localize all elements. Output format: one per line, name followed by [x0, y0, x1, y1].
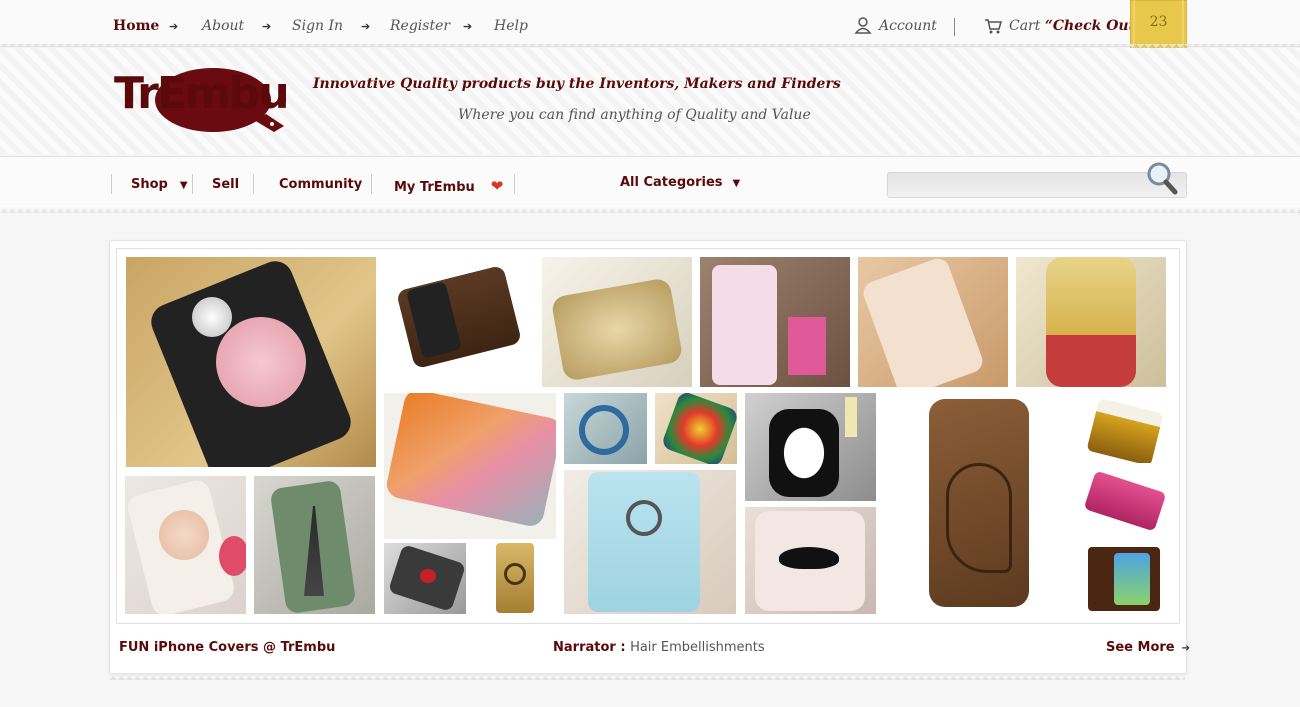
nav-shop-label: Shop	[131, 177, 168, 192]
product-image-blossom-case[interactable]	[125, 476, 246, 614]
product-image-kitty-case[interactable]	[1016, 257, 1166, 387]
cart-count: 23	[1149, 14, 1168, 30]
gallery-grid	[116, 248, 1180, 624]
nav-sell[interactable]: Sell	[212, 177, 239, 192]
nav-shop[interactable]: Shop ▼	[131, 177, 188, 192]
product-image-rhinestone-case[interactable]	[126, 257, 376, 467]
cart-icon	[984, 18, 1002, 38]
cart-link[interactable]: Cart “Check Out”	[1009, 18, 1143, 34]
divider	[192, 174, 193, 194]
divider	[253, 174, 254, 194]
product-image-camera-case[interactable]	[472, 543, 556, 614]
arrow-down-icon: ▼	[179, 180, 188, 191]
product-image-flower-case[interactable]	[858, 257, 1008, 387]
home-link[interactable]: Home	[113, 18, 159, 34]
narrator-label: Narrator :	[553, 640, 631, 655]
divider	[371, 174, 372, 194]
narrator-value[interactable]: Hair Embellishments	[630, 640, 765, 655]
narrator-info: Narrator : Hair Embellishments	[553, 640, 765, 655]
product-image-wallet-case[interactable]	[1084, 543, 1166, 614]
divider	[111, 174, 112, 194]
product-image-pink-case[interactable]	[700, 257, 850, 387]
product-image-wing-case[interactable]	[1084, 469, 1166, 536]
product-image-blue-ring-case[interactable]	[564, 393, 647, 464]
product-image-mosaic-case[interactable]	[655, 393, 737, 464]
search-icon[interactable]	[1146, 161, 1178, 199]
arrow-right-icon: ➔	[262, 20, 272, 33]
product-image-crystal-drop-case[interactable]	[564, 470, 736, 614]
about-link[interactable]: About	[202, 18, 244, 34]
decor-zigzag	[109, 672, 1185, 680]
tagline: Innovative Quality products buy the Inve…	[313, 76, 841, 92]
help-link[interactable]: Help	[494, 18, 528, 34]
divider	[954, 18, 955, 36]
divider	[284, 84, 286, 102]
product-image-panda-case[interactable]	[745, 393, 876, 501]
product-image-pop-art-case[interactable]	[384, 393, 556, 539]
product-image-carved-wood-case[interactable]	[884, 393, 1074, 614]
subtagline: Where you can find anything of Quality a…	[458, 107, 811, 123]
cart-label: Cart	[1009, 18, 1045, 34]
arrow-right-icon: ➔	[463, 20, 473, 33]
account-icon	[854, 16, 872, 38]
arrow-right-icon: ➔	[1181, 643, 1191, 654]
heart-icon: ❤	[490, 177, 504, 195]
search-input[interactable]	[894, 175, 1138, 195]
account-link[interactable]: Account	[879, 18, 937, 34]
register-link[interactable]: Register	[390, 18, 450, 34]
sign-in-link[interactable]: Sign In	[292, 18, 343, 34]
arrow-right-icon: ➔	[361, 20, 371, 33]
top-bar: Home ➔ About ➔ Sign In ➔ Register ➔ Help…	[0, 0, 1300, 61]
nav-community[interactable]: Community	[279, 177, 362, 192]
divider	[514, 174, 515, 194]
all-categories-dropdown[interactable]: All Categories ▼	[620, 175, 740, 190]
nav-my-label: My TrEmbu	[394, 180, 475, 195]
product-image-beer-case[interactable]	[1084, 393, 1166, 463]
header: TrEmbu Innovative Quality products buy t…	[0, 48, 1300, 154]
main-nav: Shop ▼ Sell Community My TrEmbu ❤ All Cate…	[0, 156, 1300, 207]
nav-my-trembu[interactable]: My TrEmbu ❤	[394, 177, 503, 195]
arrow-down-icon: ▼	[732, 178, 741, 189]
product-image-mustache-case[interactable]	[745, 507, 876, 614]
product-image-wood-stack-case[interactable]	[384, 257, 534, 387]
categories-label: All Categories	[620, 175, 723, 190]
gallery-title: FUN iPhone Covers @ TrEmbu	[119, 640, 336, 655]
see-more-link[interactable]: See More ➔	[1106, 640, 1190, 655]
logo[interactable]: TrEmbu	[114, 62, 290, 138]
product-image-eiffel-case[interactable]	[254, 476, 375, 614]
product-image-shoe-case[interactable]	[384, 543, 466, 614]
arrow-right-icon: ➔	[169, 20, 179, 33]
checkout-label: “Check Out”	[1044, 18, 1144, 34]
product-image-pearl-case[interactable]	[542, 257, 692, 387]
logo-text: TrEmbu	[114, 68, 290, 119]
search-box	[887, 162, 1187, 198]
decor-zigzag	[0, 205, 1300, 213]
see-more-label: See More	[1106, 640, 1175, 655]
